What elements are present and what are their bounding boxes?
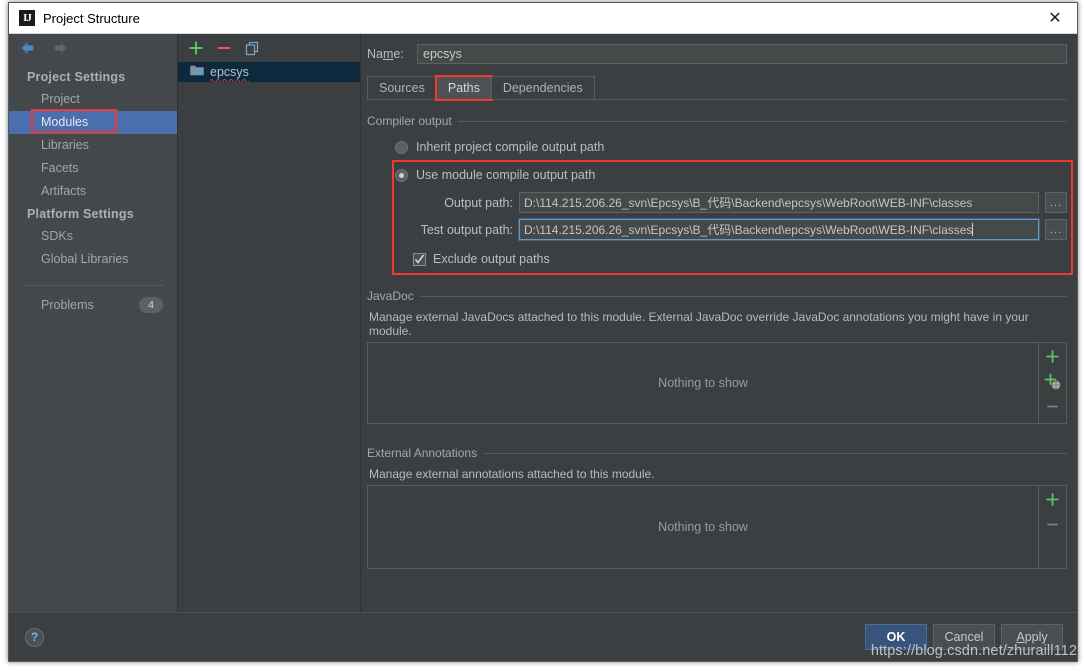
inherit-output-path-radio[interactable] [395, 140, 408, 154]
javadoc-buttons [1039, 343, 1066, 423]
sidebar-item-artifacts[interactable]: Artifacts [9, 180, 177, 203]
forward-arrow-icon[interactable] [51, 41, 69, 55]
use-module-output-path-radio[interactable] [395, 168, 408, 182]
external-annotations-legend: External Annotations [367, 446, 1067, 460]
module-name-label: Name: [367, 47, 404, 61]
sidebar-item-libraries[interactable]: Libraries [9, 134, 177, 157]
tab-paths-label: Paths [447, 81, 480, 95]
javadoc-legend: JavaDoc [367, 289, 1067, 303]
remove-module-button[interactable] [216, 40, 232, 56]
test-output-path-value: D:\114.215.206.26_svn\Epcsys\B_代码\Backen… [524, 223, 973, 237]
apply-button-rest: pply [1024, 630, 1048, 644]
use-module-output-path-label: Use module compile output path [416, 168, 596, 182]
problems-count-badge: 4 [139, 297, 163, 313]
test-output-path-row: Test output path: D:\114.215.206.26_svn\… [367, 219, 1067, 240]
external-annotations-list[interactable]: Nothing to show [368, 486, 1039, 568]
tab-dependencies[interactable]: Dependencies [490, 76, 595, 99]
close-icon[interactable]: ✕ [1033, 3, 1077, 33]
inherit-output-path-row[interactable]: Inherit project compile output path [367, 136, 1067, 158]
title-bar: IJ Project Structure ✕ [9, 3, 1077, 34]
legend-rule [483, 452, 1067, 454]
module-name-input[interactable] [417, 44, 1067, 64]
inherit-output-path-label: Inherit project compile output path [416, 140, 605, 154]
use-module-output-section: Use module compile output path Output pa… [367, 158, 1073, 275]
compiler-output-legend-text: Compiler output [367, 114, 452, 128]
remove-javadoc-button[interactable] [1043, 397, 1062, 416]
exclude-output-paths-checkbox[interactable] [413, 252, 426, 266]
tab-sources[interactable]: Sources [367, 76, 437, 99]
add-module-button[interactable] [188, 40, 204, 56]
dialog-body: Project Settings Project Modules Librari… [9, 34, 1077, 612]
compiler-output-group: Compiler output Inherit project compile … [367, 114, 1073, 275]
test-output-path-browse-button[interactable]: ... [1045, 219, 1067, 240]
project-structure-dialog: IJ Project Structure ✕ Project Settings … [8, 2, 1078, 662]
javadoc-group: JavaDoc Manage external JavaDocs attache… [367, 289, 1067, 424]
add-javadoc-url-button[interactable] [1043, 372, 1062, 391]
sidebar-item-project[interactable]: Project [9, 88, 177, 111]
module-tabs: Sources Paths Dependencies [367, 75, 1067, 101]
module-list-panel: epcsys [178, 34, 361, 612]
output-path-row: Output path: D:\114.215.206.26_svn\Epcsy… [367, 192, 1067, 213]
settings-sidebar: Project Settings Project Modules Librari… [9, 34, 178, 612]
sidebar-item-modules-label: Modules [41, 115, 89, 129]
sidebar-group-platform-settings: Platform Settings [27, 207, 134, 221]
external-annotations-group: External Annotations Manage external ann… [367, 446, 1067, 569]
text-caret [972, 223, 974, 236]
output-path-browse-button[interactable]: ... [1045, 192, 1067, 213]
output-path-label: Output path: [444, 195, 513, 210]
sidebar-item-global-libraries[interactable]: Global Libraries [9, 248, 177, 271]
compiler-output-legend: Compiler output [367, 114, 1067, 128]
module-toolbar [178, 34, 360, 62]
exclude-output-paths-row[interactable]: Exclude output paths [367, 249, 1067, 269]
sidebar-item-problems[interactable]: Problems 4 [9, 294, 177, 316]
javadoc-description: Manage external JavaDocs attached to thi… [369, 310, 1029, 338]
sidebar-list: Project Settings Project Modules Librari… [9, 62, 177, 316]
sidebar-group-project-settings: Project Settings [27, 70, 126, 84]
copy-module-button[interactable] [244, 40, 260, 56]
add-javadoc-button[interactable] [1043, 347, 1062, 366]
external-annotations-description: Manage external annotations attached to … [369, 467, 655, 481]
error-squiggle-icon [210, 78, 249, 82]
external-annotations-list-wrapper: Nothing to show [367, 485, 1067, 569]
module-folder-icon [190, 63, 204, 81]
remove-annotation-button[interactable] [1043, 515, 1062, 534]
watermark-text: https://blog.csdn.net/zhuraill112 [870, 643, 1077, 659]
problems-label: Problems [41, 298, 94, 312]
add-annotation-button[interactable] [1043, 490, 1062, 509]
sidebar-item-modules[interactable]: Modules [9, 109, 177, 134]
javadoc-list[interactable]: Nothing to show [368, 343, 1039, 423]
javadoc-legend-text: JavaDoc [367, 289, 414, 303]
module-list-item-label: epcsys [210, 65, 249, 82]
exclude-output-paths-label: Exclude output paths [433, 252, 550, 266]
back-arrow-icon[interactable] [19, 41, 37, 55]
dialog-footer: ? OK Cancel Apply https://blog.csdn.net/… [9, 612, 1077, 661]
test-output-path-label: Test output path: [420, 222, 513, 237]
sidebar-divider [23, 285, 163, 286]
module-settings-panel: Name: Sources Paths Dependencies Compile… [361, 34, 1077, 612]
external-annotations-buttons [1039, 486, 1066, 568]
external-annotations-legend-text: External Annotations [367, 446, 478, 460]
compiler-output-body: Inherit project compile output path Use … [367, 130, 1073, 275]
intellij-idea-icon: IJ [19, 10, 35, 26]
sidebar-item-facets[interactable]: Facets [9, 157, 177, 180]
module-list-item-epcsys[interactable]: epcsys [178, 62, 360, 82]
help-button[interactable]: ? [25, 627, 44, 647]
sidebar-nav [9, 34, 177, 62]
legend-rule [457, 120, 1067, 122]
legend-rule [419, 295, 1067, 297]
output-path-input[interactable]: D:\114.215.206.26_svn\Epcsys\B_代码\Backen… [519, 192, 1039, 213]
window-title: Project Structure [43, 10, 140, 26]
tab-paths[interactable]: Paths [434, 75, 493, 101]
module-name-row: Name: [367, 44, 1067, 64]
use-module-output-path-row[interactable]: Use module compile output path [367, 164, 1067, 186]
javadoc-list-wrapper: Nothing to show [367, 342, 1067, 424]
sidebar-item-sdks[interactable]: SDKs [9, 225, 177, 248]
test-output-path-input[interactable]: D:\114.215.206.26_svn\Epcsys\B_代码\Backen… [519, 219, 1039, 240]
